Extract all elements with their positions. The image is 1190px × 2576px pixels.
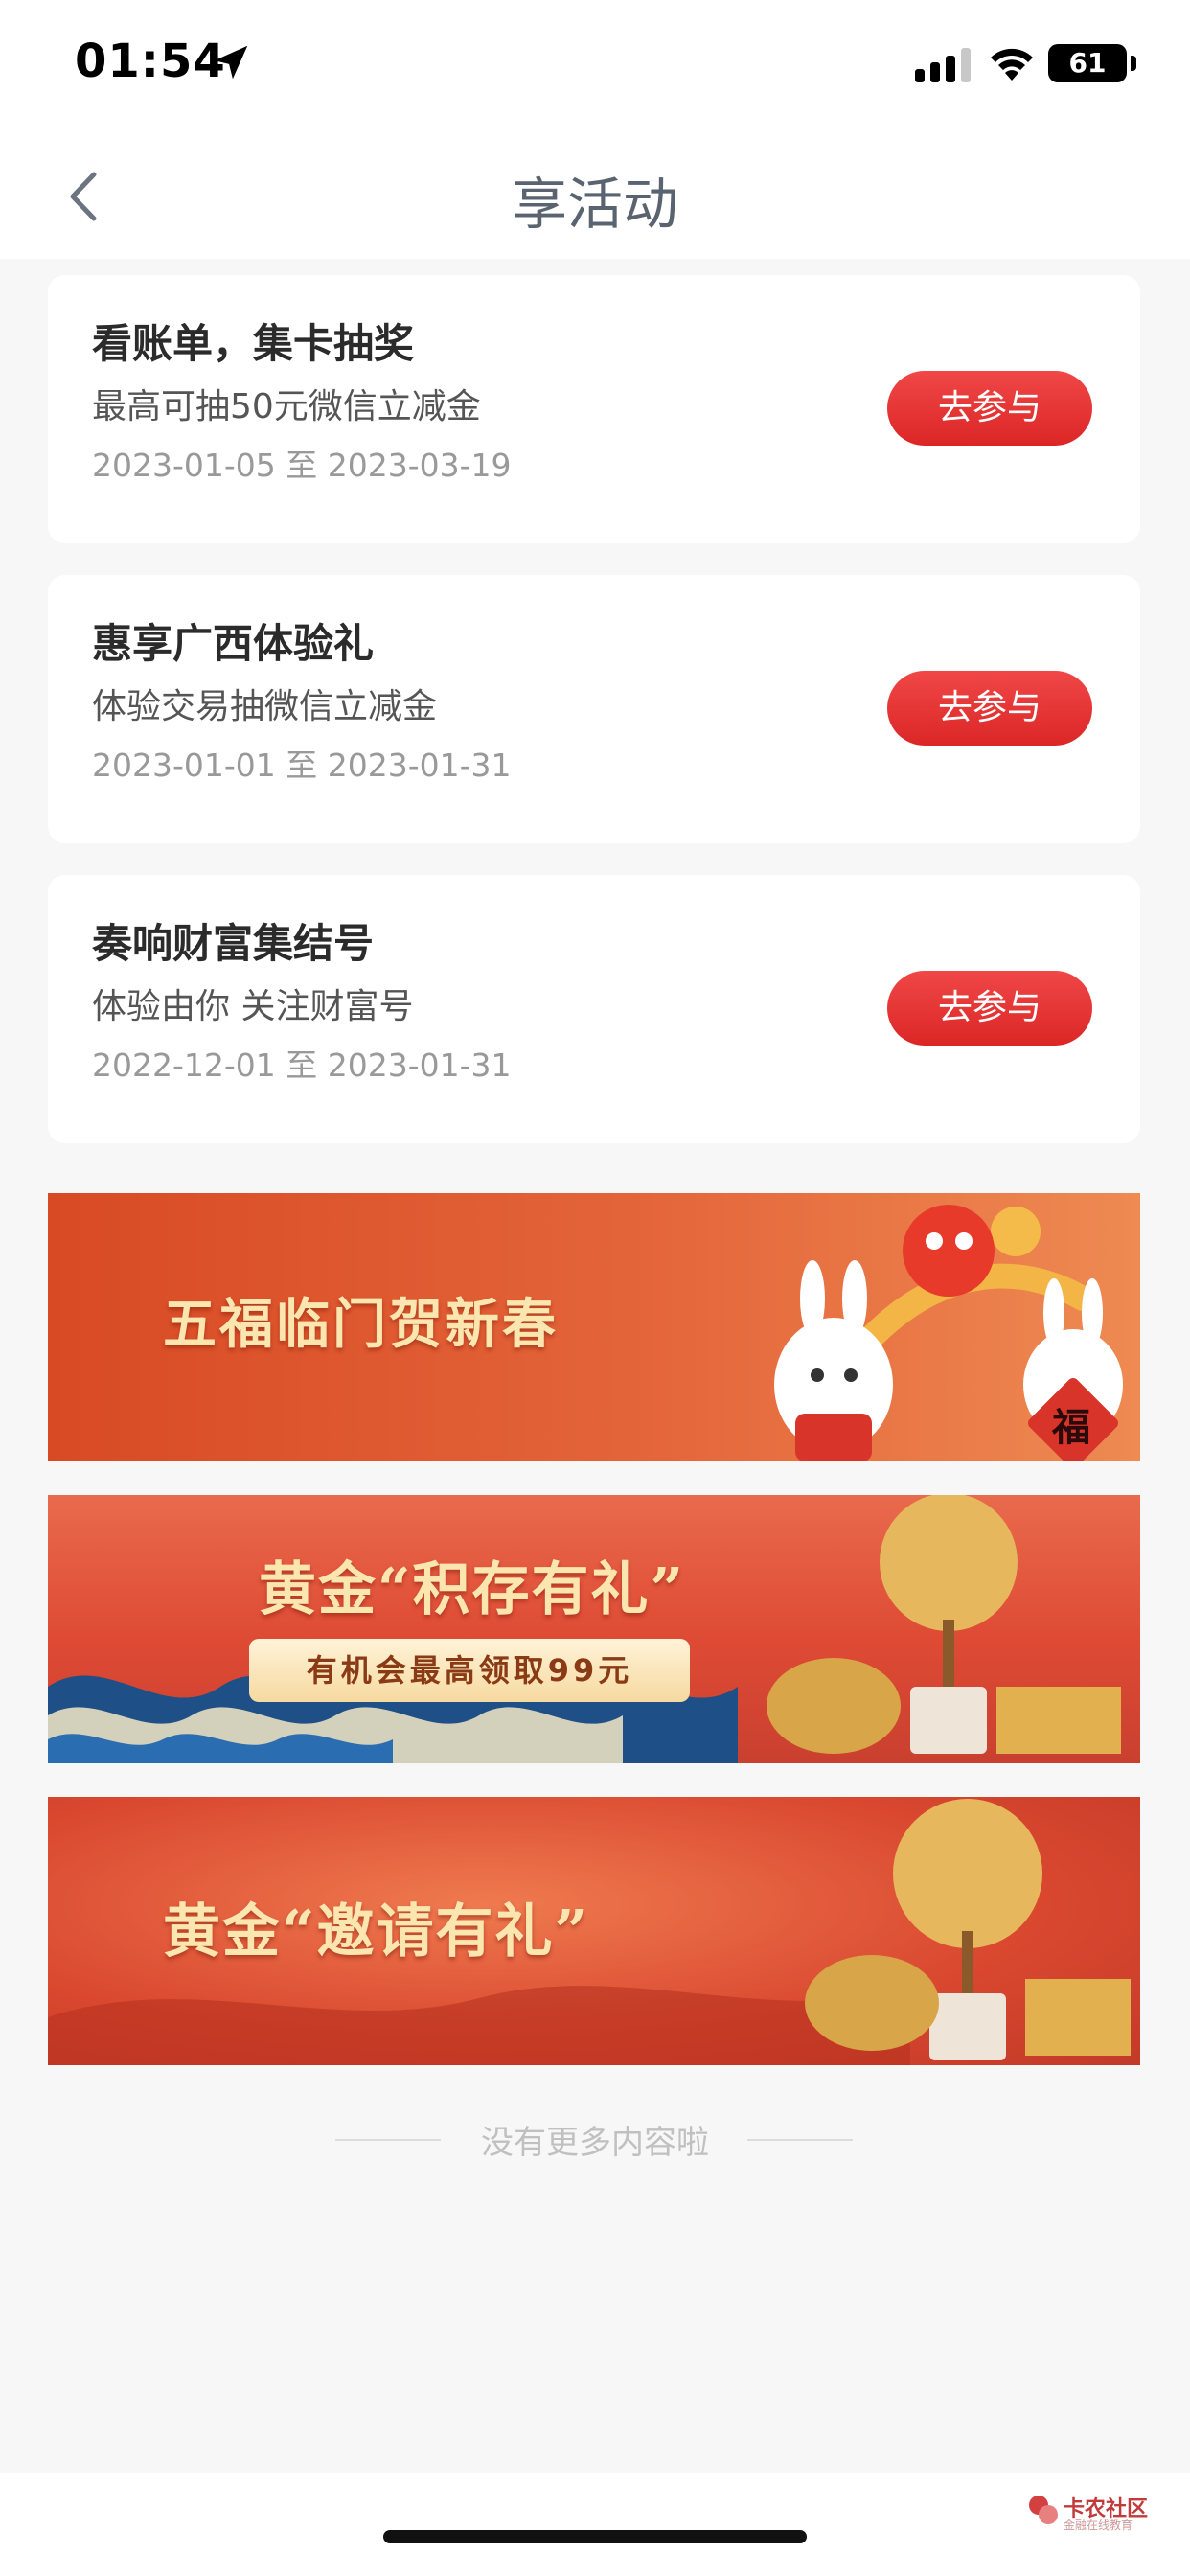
home-indicator[interactable] xyxy=(383,2530,807,2543)
waves-and-money-tree-illustration xyxy=(48,1495,1121,1763)
nav-bar: 享活动 xyxy=(0,125,1190,259)
banner-subline: 有机会最高领取99元 xyxy=(249,1639,690,1702)
watermark-logo-icon xyxy=(1029,2496,1058,2524)
banner-gold-accumulate[interactable]: 黄金“积存有礼” 有机会最高领取99元 xyxy=(48,1495,1140,1763)
activity-card[interactable]: 奏响财富集结号 体验由你 关注财富号 2022-12-01 至 2023-01-… xyxy=(48,875,1140,1143)
activity-subtitle: 体验交易抽微信立减金 xyxy=(92,687,438,726)
activity-date-range: 2023-01-01 至 2023-01-31 xyxy=(92,747,512,784)
activity-date-range: 2023-01-05 至 2023-03-19 xyxy=(92,447,512,484)
join-button[interactable]: 去参与 xyxy=(887,371,1092,446)
cellular-signal-icon xyxy=(915,48,971,82)
banner-headline: 黄金“积存有礼” xyxy=(259,1556,686,1623)
activity-title: 奏响财富集结号 xyxy=(92,920,375,967)
join-button[interactable]: 去参与 xyxy=(887,971,1092,1046)
activity-title: 惠享广西体验礼 xyxy=(92,620,375,667)
activity-subtitle: 体验由你 关注财富号 xyxy=(92,987,414,1026)
wifi-icon xyxy=(991,48,1033,80)
fu-badge: 福 xyxy=(1052,1406,1090,1450)
banner-gold-invite[interactable]: 黄金“邀请有礼” xyxy=(48,1797,1140,2065)
banner-headline: 黄金“邀请有礼” xyxy=(163,1898,590,1966)
watermark-subtext: 金融在线教育 xyxy=(1064,2518,1133,2532)
bottom-safe-area xyxy=(0,2472,1190,2576)
end-of-list-text: 没有更多内容啦 xyxy=(481,2124,709,2162)
activity-card[interactable]: 看账单，集卡抽奖 最高可抽50元微信立减金 2023-01-05 至 2023-… xyxy=(48,275,1140,543)
activity-title: 看账单，集卡抽奖 xyxy=(92,320,415,367)
banner-five-blessings[interactable]: 五福临门贺新春 福 xyxy=(48,1193,1140,1461)
status-time: 01:54 xyxy=(75,34,226,88)
status-bar: 01:54 61 xyxy=(0,0,1190,125)
activity-date-range: 2022-12-01 至 2023-01-31 xyxy=(92,1046,512,1084)
activity-card[interactable]: 惠享广西体验礼 体验交易抽微信立减金 2023-01-01 至 2023-01-… xyxy=(48,575,1140,843)
end-divider-right xyxy=(747,2139,853,2141)
join-button[interactable]: 去参与 xyxy=(887,671,1092,746)
battery-indicator: 61 xyxy=(1048,44,1127,82)
watermark: 卡农社区 金融在线教育 xyxy=(1027,2492,1148,2540)
page-title: 享活动 xyxy=(511,172,678,237)
activity-subtitle: 最高可抽50元微信立减金 xyxy=(92,387,481,426)
battery-tip xyxy=(1131,56,1136,71)
location-arrow-icon xyxy=(214,45,248,80)
banner-headline: 五福临门贺新春 xyxy=(163,1293,559,1356)
